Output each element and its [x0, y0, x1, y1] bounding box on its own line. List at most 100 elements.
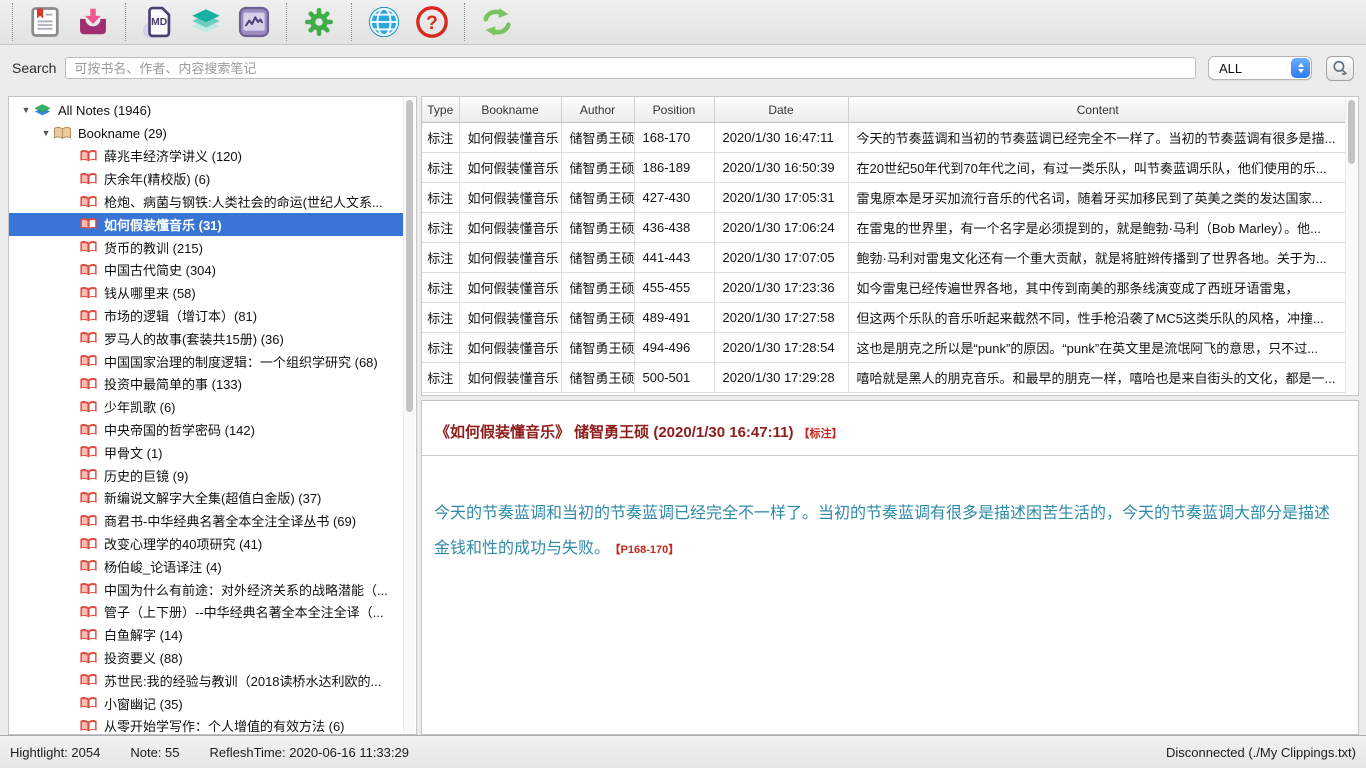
tree-group-bookname[interactable]: ▼Bookname (29)	[9, 122, 403, 145]
book-icon	[79, 490, 98, 506]
tree-item-book[interactable]: 市场的逻辑（增订本）(81)	[9, 304, 403, 327]
tree-item-label: 杨伯峻_论语译注 (4)	[104, 557, 222, 576]
table-scrollbar[interactable]	[1345, 98, 1357, 394]
table-row[interactable]: 标注如何假装懂音乐储智勇王硕186-1892020/1/30 16:50:39在…	[422, 153, 1347, 183]
open-book-icon	[53, 125, 72, 141]
search-label: Search	[12, 60, 56, 76]
book-icon	[79, 262, 98, 278]
table-row[interactable]: 标注如何假装懂音乐储智勇王硕427-4302020/1/30 17:05:31雷…	[422, 183, 1347, 213]
tree-item-book[interactable]: 中国国家治理的制度逻辑：一个组织学研究 (68)	[9, 350, 403, 373]
table-scrollbar-thumb[interactable]	[1348, 100, 1355, 164]
tree-item-book[interactable]: 庆余年(精校版) (6)	[9, 167, 403, 190]
search-input[interactable]	[65, 57, 1196, 79]
tree-item-book[interactable]: 中央帝国的哲学密码 (142)	[9, 418, 403, 441]
tree-item-book[interactable]: 管子（上下册）--中华经典名著全本全注全译（...	[9, 601, 403, 624]
tree-item-book[interactable]: 钱从哪里来 (58)	[9, 281, 403, 304]
book-icon	[79, 399, 98, 415]
tree-item-label: 罗马人的故事(套装共15册) (36)	[104, 329, 284, 348]
column-header-type[interactable]: Type	[422, 97, 459, 123]
tree-item-book[interactable]: 枪炮、病菌与钢铁:人类社会的命运(世纪人文系...	[9, 190, 403, 213]
tree-item-book[interactable]: 甲骨文 (1)	[9, 441, 403, 464]
tree-item-book[interactable]: 改变心理学的40项研究 (41)	[9, 532, 403, 555]
column-header-position[interactable]: Position	[634, 97, 714, 123]
filter-select[interactable]: ALL	[1208, 56, 1312, 80]
book-icon	[79, 627, 98, 643]
sync-arrows-icon	[479, 6, 515, 38]
tree-item-book[interactable]: 少年凯歌 (6)	[9, 395, 403, 418]
tree-item-book[interactable]: 薛兆丰经济学讲义 (120)	[9, 145, 403, 168]
cell-bookname: 如何假装懂音乐	[459, 153, 561, 183]
disclosure-triangle[interactable]: ▼	[39, 128, 53, 138]
table-row[interactable]: 标注如何假装懂音乐储智勇王硕168-1702020/1/30 16:47:11今…	[422, 123, 1347, 153]
settings-button[interactable]	[300, 3, 338, 41]
book-icon	[79, 718, 98, 734]
status-bar: Hightlight: 2054 Note: 55 RefleshTime: 2…	[0, 735, 1366, 768]
tree-item-book[interactable]: 杨伯峻_论语译注 (4)	[9, 555, 403, 578]
cell-type: 标注	[422, 153, 459, 183]
cell-type: 标注	[422, 183, 459, 213]
table-row[interactable]: 标注如何假装懂音乐储智勇王硕500-5012020/1/30 17:29:28嘻…	[422, 363, 1347, 393]
layers-button[interactable]	[187, 3, 225, 41]
cell-author: 储智勇王硕	[561, 363, 634, 393]
book-icon	[79, 171, 98, 187]
website-button[interactable]	[365, 3, 403, 41]
table-header-row: TypeBooknameAuthorPositionDateContent	[422, 97, 1347, 123]
tree-root-all-notes[interactable]: ▼All Notes (1946)	[9, 99, 403, 122]
detail-divider	[422, 455, 1358, 456]
notes-document-button[interactable]	[26, 3, 64, 41]
table-row[interactable]: 标注如何假装懂音乐储智勇王硕436-4382020/1/30 17:06:24在…	[422, 213, 1347, 243]
disclosure-triangle[interactable]: ▼	[19, 105, 33, 115]
statistics-button[interactable]	[235, 3, 273, 41]
notes-stack-icon	[33, 102, 52, 118]
tree-item-label: 如何假装懂音乐 (31)	[104, 215, 222, 234]
markdown-export-button[interactable]: MD	[139, 3, 177, 41]
tree-item-book[interactable]: 中国古代简史 (304)	[9, 259, 403, 282]
tree-item-book[interactable]: 历史的巨镜 (9)	[9, 464, 403, 487]
column-header-bookname[interactable]: Bookname	[459, 97, 561, 123]
tree-item-book[interactable]: 从零开始学写作：个人增值的有效方法 (6)	[9, 715, 403, 734]
table-row[interactable]: 标注如何假装懂音乐储智勇王硕441-4432020/1/30 17:07:05鲍…	[422, 243, 1347, 273]
cell-date: 2020/1/30 17:23:36	[714, 273, 848, 303]
statistics-chart-icon	[238, 6, 270, 38]
import-button[interactable]	[74, 3, 112, 41]
tree-item-book[interactable]: 中国为什么有前途：对外经济关系的战略潜能（...	[9, 578, 403, 601]
table-row[interactable]: 标注如何假装懂音乐储智勇王硕455-4552020/1/30 17:23:36如…	[422, 273, 1347, 303]
table-row[interactable]: 标注如何假装懂音乐储智勇王硕494-4962020/1/30 17:28:54这…	[422, 333, 1347, 363]
refresh-button[interactable]	[478, 3, 516, 41]
table-row[interactable]: 标注如何假装懂音乐储智勇王硕489-4912020/1/30 17:27:58但…	[422, 303, 1347, 333]
cell-author: 储智勇王硕	[561, 213, 634, 243]
tree-item-book[interactable]: 投资要义 (88)	[9, 646, 403, 669]
tree-item-book[interactable]: 投资中最简单的事 (133)	[9, 373, 403, 396]
notes-table-panel: TypeBooknameAuthorPositionDateContent 标注…	[421, 96, 1359, 396]
tree-item-book[interactable]: 商君书-中华经典名著全本全注全译丛书 (69)	[9, 509, 403, 532]
sidebar-scrollbar[interactable]	[403, 98, 415, 733]
tree-item-book[interactable]: 货币的教训 (215)	[9, 236, 403, 259]
cell-author: 储智勇王硕	[561, 273, 634, 303]
column-header-date[interactable]: Date	[714, 97, 848, 123]
tree-item-book[interactable]: 白鱼解字 (14)	[9, 623, 403, 646]
cell-position: 436-438	[634, 213, 714, 243]
help-button[interactable]: ?	[413, 3, 451, 41]
book-icon	[79, 444, 98, 460]
cell-position: 186-189	[634, 153, 714, 183]
cell-bookname: 如何假装懂音乐	[459, 273, 561, 303]
tree-item-book[interactable]: 小窗幽记 (35)	[9, 692, 403, 715]
tree-item-book[interactable]: 如何假装懂音乐 (31)	[9, 213, 403, 236]
tree-item-book[interactable]: 罗马人的故事(套装共15册) (36)	[9, 327, 403, 350]
cell-position: 168-170	[634, 123, 714, 153]
column-header-content[interactable]: Content	[848, 97, 1347, 123]
book-icon	[79, 422, 98, 438]
tree-item-label: 投资要义 (88)	[104, 648, 183, 667]
book-icon	[79, 672, 98, 688]
column-header-author[interactable]: Author	[561, 97, 634, 123]
detail-type-tag: 【标注】	[798, 428, 842, 440]
book-icon	[79, 285, 98, 301]
tree-item-book[interactable]: 新编说文解字大全集(超值白金版) (37)	[9, 487, 403, 510]
tree-item-book[interactable]: 苏世民:我的经验与教训（2018读桥水达利欧的...	[9, 669, 403, 692]
sidebar-scrollbar-thumb[interactable]	[406, 100, 413, 412]
cell-bookname: 如何假装懂音乐	[459, 213, 561, 243]
search-button[interactable]	[1326, 56, 1354, 81]
tree-item-label: 货币的教训 (215)	[104, 238, 203, 257]
book-icon	[79, 604, 98, 620]
cell-type: 标注	[422, 363, 459, 393]
